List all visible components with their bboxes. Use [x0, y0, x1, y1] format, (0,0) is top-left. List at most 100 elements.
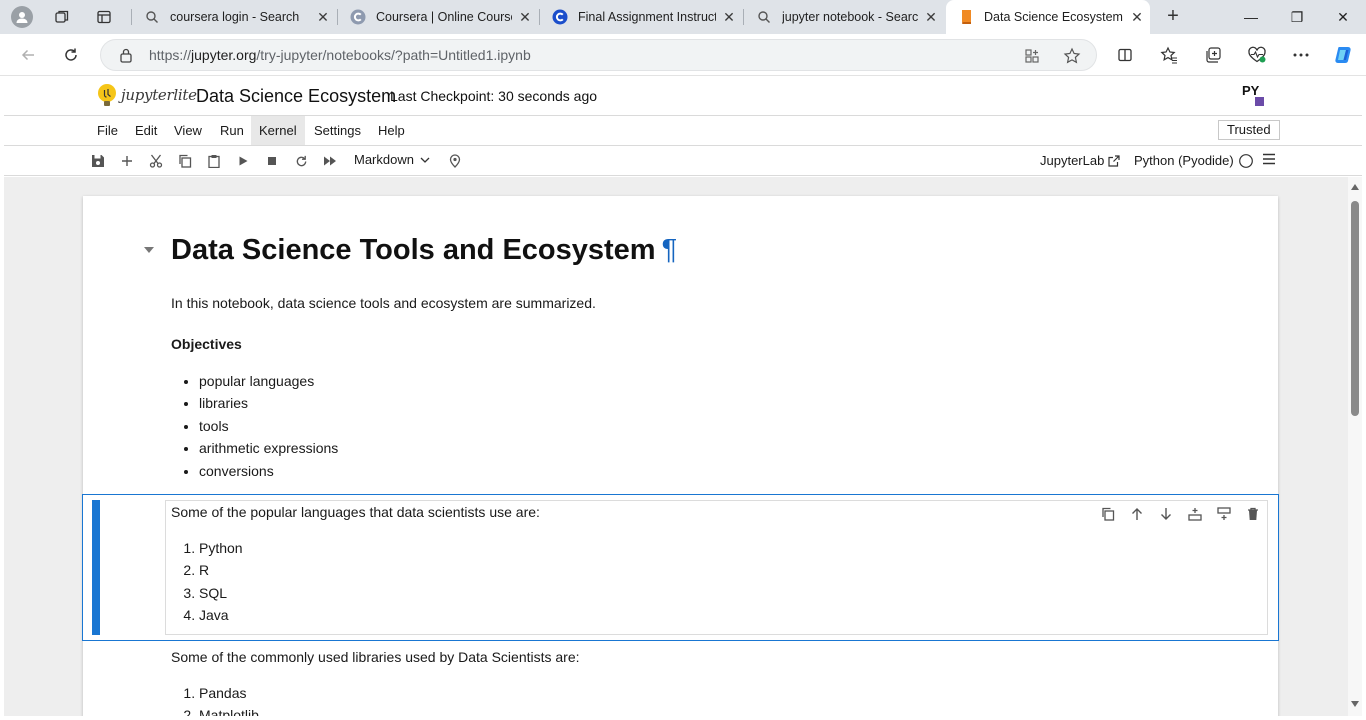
vertical-tabs-button[interactable] [90, 4, 118, 30]
menu-file[interactable]: File [89, 116, 126, 145]
restart-run-all-button[interactable] [319, 151, 341, 171]
split-screen-button[interactable] [1112, 43, 1138, 67]
minimize-window-button[interactable]: — [1228, 0, 1274, 34]
new-tab-button[interactable]: + [1160, 4, 1186, 30]
refresh-button[interactable] [56, 41, 86, 69]
stop-icon [268, 157, 276, 165]
list-item: R [199, 559, 243, 581]
browser-tab-active[interactable]: Data Science Ecosystem ✕ [946, 0, 1150, 34]
menu-edit[interactable]: Edit [127, 116, 165, 145]
cell-collapser-bar[interactable] [92, 500, 100, 635]
tab-title: jupyter notebook - Search [782, 10, 918, 24]
restart-icon [296, 155, 306, 166]
delete-cell-button[interactable] [1238, 503, 1267, 525]
profile-button[interactable] [8, 4, 36, 30]
close-window-button[interactable]: ✕ [1320, 0, 1366, 34]
menu-help[interactable]: Help [370, 116, 413, 145]
open-in-jupyterlab-link[interactable]: JupyterLab [1040, 153, 1120, 168]
insert-cell-below-button[interactable] [1209, 503, 1238, 525]
libraries-list: Pandas Matplotlib [199, 682, 259, 716]
more-dots-icon [1293, 53, 1309, 57]
scroll-up-arrow-icon[interactable] [1351, 183, 1359, 191]
close-tab-icon[interactable]: ✕ [310, 9, 336, 26]
list-item: Java [199, 604, 243, 626]
copy-icon [179, 154, 192, 168]
restart-kernel-button[interactable] [290, 151, 312, 171]
insert-cell-above-button[interactable] [1180, 503, 1209, 525]
paste-icon [208, 155, 220, 168]
favorites-button[interactable] [1156, 43, 1182, 67]
browser-tab-bing-coursera[interactable]: coursera login - Search ✕ [132, 4, 336, 30]
address-bar[interactable]: https://jupyter.org/try-jupyter/notebook… [100, 39, 1097, 71]
trusted-indicator[interactable]: Trusted [1218, 120, 1280, 140]
performance-button[interactable] [1244, 43, 1270, 67]
duplicate-cell-button[interactable] [1093, 503, 1122, 525]
scroll-thumb[interactable] [1351, 201, 1359, 416]
kernel-name[interactable]: Python (Pyodide) [1134, 153, 1234, 168]
favorite-star-icon[interactable] [1061, 46, 1083, 66]
browser-tab-strip: coursera login - Search ✕ Coursera | Onl… [0, 0, 1366, 34]
browser-tab-coursera[interactable]: Coursera | Online Courses & C ✕ [338, 4, 538, 30]
list-item: SQL [199, 582, 243, 604]
tab-title: Data Science Ecosystem [984, 10, 1123, 24]
notebook-icon [958, 9, 974, 25]
heading-anchor-link[interactable]: ¶ [662, 234, 678, 266]
trash-icon [1247, 507, 1258, 520]
caret-down-icon [144, 247, 154, 253]
copilot-button[interactable] [1330, 43, 1356, 67]
insert-cell-button[interactable] [116, 151, 138, 171]
tab-title: Final Assignment Instructions [578, 10, 716, 24]
menu-view[interactable]: View [166, 116, 210, 145]
close-tab-icon[interactable]: ✕ [918, 9, 944, 26]
collapse-heading-toggle[interactable] [143, 246, 155, 254]
list-item: popular languages [199, 370, 338, 392]
jupyterlite-logo[interactable]: jupyterlite [96, 81, 197, 109]
scissors-icon [149, 154, 163, 168]
move-cell-up-button[interactable] [1122, 503, 1151, 525]
app-available-icon[interactable] [1021, 46, 1043, 66]
save-button[interactable] [87, 151, 109, 171]
menu-settings[interactable]: Settings [306, 116, 369, 145]
languages-intro: Some of the popular languages that data … [171, 504, 540, 520]
coursera-icon [552, 9, 568, 25]
split-screen-icon [1118, 48, 1132, 62]
insert-below-icon [1216, 507, 1231, 520]
menu-kernel[interactable]: Kernel [251, 116, 305, 145]
workspaces-button[interactable] [48, 4, 76, 30]
search-icon [756, 9, 772, 25]
close-tab-icon[interactable]: ✕ [512, 9, 538, 26]
back-button[interactable] [13, 41, 43, 69]
workspaces-icon [55, 10, 69, 23]
tab-title: Coursera | Online Courses & C [376, 10, 512, 24]
hamburger-menu-icon [1263, 153, 1275, 165]
search-icon [144, 9, 160, 25]
interrupt-kernel-button[interactable] [261, 151, 283, 171]
notebook-title[interactable]: Data Science Ecosystem [196, 86, 396, 107]
cell-type-dropdown[interactable]: Markdown [354, 152, 430, 167]
paste-button[interactable] [203, 151, 225, 171]
notebook-document: Data Science Tools and Ecosystem ¶ In thi… [82, 196, 1279, 716]
browser-toolbar: https://jupyter.org/try-jupyter/notebook… [0, 34, 1366, 76]
menu-run[interactable]: Run [212, 116, 252, 145]
play-icon [239, 156, 248, 166]
notebook-scrollbar[interactable] [1348, 177, 1362, 716]
settings-more-button[interactable] [1288, 43, 1314, 67]
close-tab-icon[interactable]: ✕ [1124, 9, 1150, 26]
list-item: Matplotlib [199, 704, 259, 716]
browser-tab-bing-jupyter[interactable]: jupyter notebook - Search ✕ [744, 4, 944, 30]
cut-button[interactable] [145, 151, 167, 171]
kernel-status-idle-icon [1238, 153, 1254, 169]
move-cell-down-button[interactable] [1151, 503, 1180, 525]
list-item: Python [199, 537, 243, 559]
collections-button[interactable] [1200, 43, 1226, 67]
browser-tab-assignment[interactable]: Final Assignment Instructions ✕ [540, 4, 742, 30]
scroll-down-arrow-icon[interactable] [1351, 700, 1359, 708]
run-cell-button[interactable] [232, 151, 254, 171]
toolbar-menu-button[interactable] [1262, 152, 1276, 166]
back-arrow-icon [21, 49, 34, 61]
debugger-button[interactable] [444, 151, 466, 171]
profile-icon [11, 6, 33, 28]
copy-button[interactable] [174, 151, 196, 171]
restore-window-button[interactable]: ❐ [1274, 0, 1320, 34]
close-tab-icon[interactable]: ✕ [716, 9, 742, 26]
